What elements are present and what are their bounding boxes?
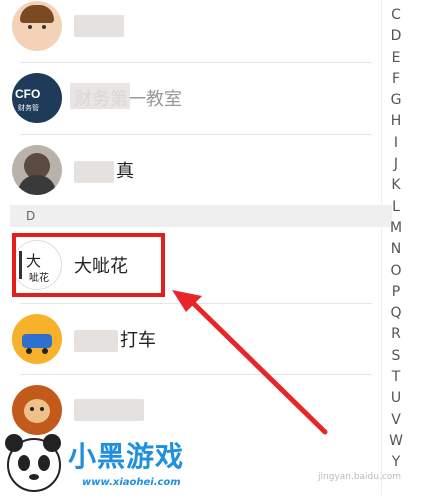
logo-brand-text: 小黑游戏 (68, 440, 185, 473)
panda-icon (5, 434, 61, 492)
logo-url-text: www.xiaohei.com (82, 477, 181, 488)
red-arrow-annotation (172, 290, 328, 435)
xiaohei-logo: 小黑游戏 www.xiaohei.com (0, 425, 210, 495)
watermark: jingyan.baidu.com (318, 472, 402, 482)
